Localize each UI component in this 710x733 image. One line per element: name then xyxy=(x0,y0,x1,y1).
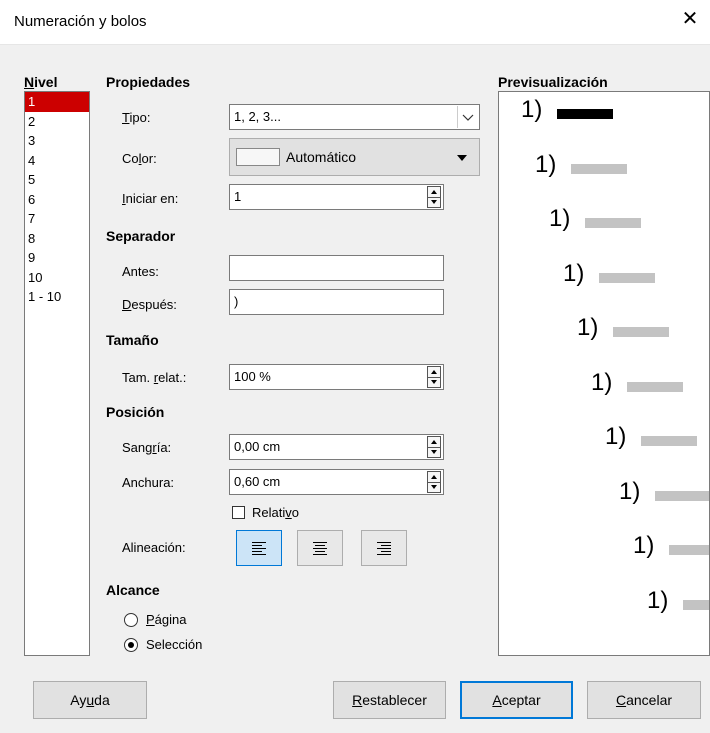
window-title: Numeración y bolos xyxy=(14,13,147,30)
preview-number: 1) xyxy=(563,259,585,287)
start-spinbox[interactable]: 1 xyxy=(229,184,444,210)
align-left-button[interactable] xyxy=(236,530,282,566)
close-icon[interactable]: ✕ xyxy=(678,8,702,32)
color-swatch xyxy=(236,148,280,166)
type-label: Tipo: xyxy=(122,110,151,125)
title-bar: Numeración y bolos ✕ xyxy=(0,0,710,45)
relative-label: Relativo xyxy=(252,505,299,520)
level-list[interactable]: 1 2 3 4 5 6 7 8 9 10 1 - 10 xyxy=(24,91,90,656)
selection-radio-label: Selección xyxy=(146,637,203,652)
rel-size-spinbox[interactable]: 100 % xyxy=(229,364,444,390)
align-left-icon xyxy=(252,541,268,557)
type-select[interactable]: 1, 2, 3... xyxy=(229,104,480,130)
dropdown-arrow-icon xyxy=(457,155,467,161)
preview-text-bar xyxy=(557,109,613,119)
preview-text-bar xyxy=(585,218,641,228)
selection-radio[interactable] xyxy=(124,638,138,652)
ok-button[interactable]: Aceptar xyxy=(460,681,573,719)
preview-header: Previsualización xyxy=(498,74,608,90)
width-spinbox[interactable]: 0,60 cm xyxy=(229,469,444,495)
level-item[interactable]: 4 xyxy=(25,151,89,171)
rel-size-label: Tam. relat.: xyxy=(122,370,187,385)
width-label: Anchura: xyxy=(122,475,175,490)
preview-text-bar xyxy=(627,381,683,392)
level-item[interactable]: 6 xyxy=(25,190,89,210)
color-value: Automático xyxy=(286,149,357,165)
preview-number: 1) xyxy=(647,586,669,614)
before-input[interactable] xyxy=(229,255,444,281)
preview-number: 1) xyxy=(577,314,599,341)
level-item[interactable]: 10 xyxy=(25,268,89,288)
level-item[interactable]: 9 xyxy=(25,248,89,268)
color-dropdown[interactable]: Automático xyxy=(229,138,480,176)
start-value: 1 xyxy=(234,189,242,204)
level-item[interactable]: 1 - 10 xyxy=(25,287,89,307)
width-value: 0,60 cm xyxy=(234,474,281,489)
preview-number: 1) xyxy=(633,532,655,559)
indent-spinbox[interactable]: 0,00 cm xyxy=(229,434,444,460)
preview-text-bar xyxy=(683,599,709,610)
preview-number: 1) xyxy=(521,96,543,123)
spin-arrows-icon[interactable] xyxy=(427,366,441,388)
level-item[interactable]: 3 xyxy=(25,131,89,151)
separator-header: Separador xyxy=(106,228,176,244)
preview-number: 1) xyxy=(619,477,641,505)
preview-text-bar xyxy=(613,327,669,337)
level-item[interactable]: 1 xyxy=(25,92,89,112)
size-header: Tamaño xyxy=(106,332,159,348)
indent-value: 0,00 cm xyxy=(234,439,281,454)
spin-arrows-icon[interactable] xyxy=(427,186,441,208)
indent-label: Sangría: xyxy=(122,440,172,455)
relative-checkbox[interactable] xyxy=(232,506,245,519)
cancel-button[interactable]: Cancelar xyxy=(587,681,701,719)
rel-size-value: 100 % xyxy=(234,369,271,384)
preview-text-bar xyxy=(641,436,697,446)
preview-text-bar xyxy=(599,272,655,283)
start-label: Iniciar en: xyxy=(122,191,179,206)
scope-header: Alcance xyxy=(106,582,160,598)
align-right-icon xyxy=(377,541,393,557)
preview-number: 1) xyxy=(605,423,627,450)
preview-text-bar xyxy=(655,490,709,501)
color-label: Color: xyxy=(122,151,157,166)
align-right-button[interactable] xyxy=(361,530,407,566)
properties-header: Propiedades xyxy=(106,74,191,90)
chevron-down-icon xyxy=(457,106,478,128)
before-label: Antes: xyxy=(122,264,159,279)
help-button[interactable]: Ayuda xyxy=(33,681,147,719)
reset-button[interactable]: Restablecer xyxy=(333,681,446,719)
spin-arrows-icon[interactable] xyxy=(427,471,441,493)
preview-text-bar xyxy=(571,163,627,174)
position-header: Posición xyxy=(106,404,165,420)
level-item[interactable]: 8 xyxy=(25,229,89,249)
page-radio-label: Página xyxy=(146,612,187,627)
preview-number: 1) xyxy=(535,150,557,178)
page-radio[interactable] xyxy=(124,613,138,627)
level-header: Nivel xyxy=(24,74,58,90)
spin-arrows-icon[interactable] xyxy=(427,436,441,458)
level-item[interactable]: 2 xyxy=(25,112,89,132)
level-item[interactable]: 7 xyxy=(25,209,89,229)
preview-panel: 1) 1) 1) 1) 1) 1) 1) 1) 1) 1) xyxy=(498,91,710,656)
after-input[interactable]: ) xyxy=(229,289,444,315)
preview-number: 1) xyxy=(591,368,613,396)
preview-text-bar xyxy=(669,545,709,555)
type-value: 1, 2, 3... xyxy=(234,109,281,124)
after-label: Después: xyxy=(122,297,177,312)
align-label: Alineación: xyxy=(122,540,186,555)
level-item[interactable]: 5 xyxy=(25,170,89,190)
preview-number: 1) xyxy=(549,205,571,232)
align-center-button[interactable] xyxy=(297,530,343,566)
align-center-icon xyxy=(313,541,329,557)
